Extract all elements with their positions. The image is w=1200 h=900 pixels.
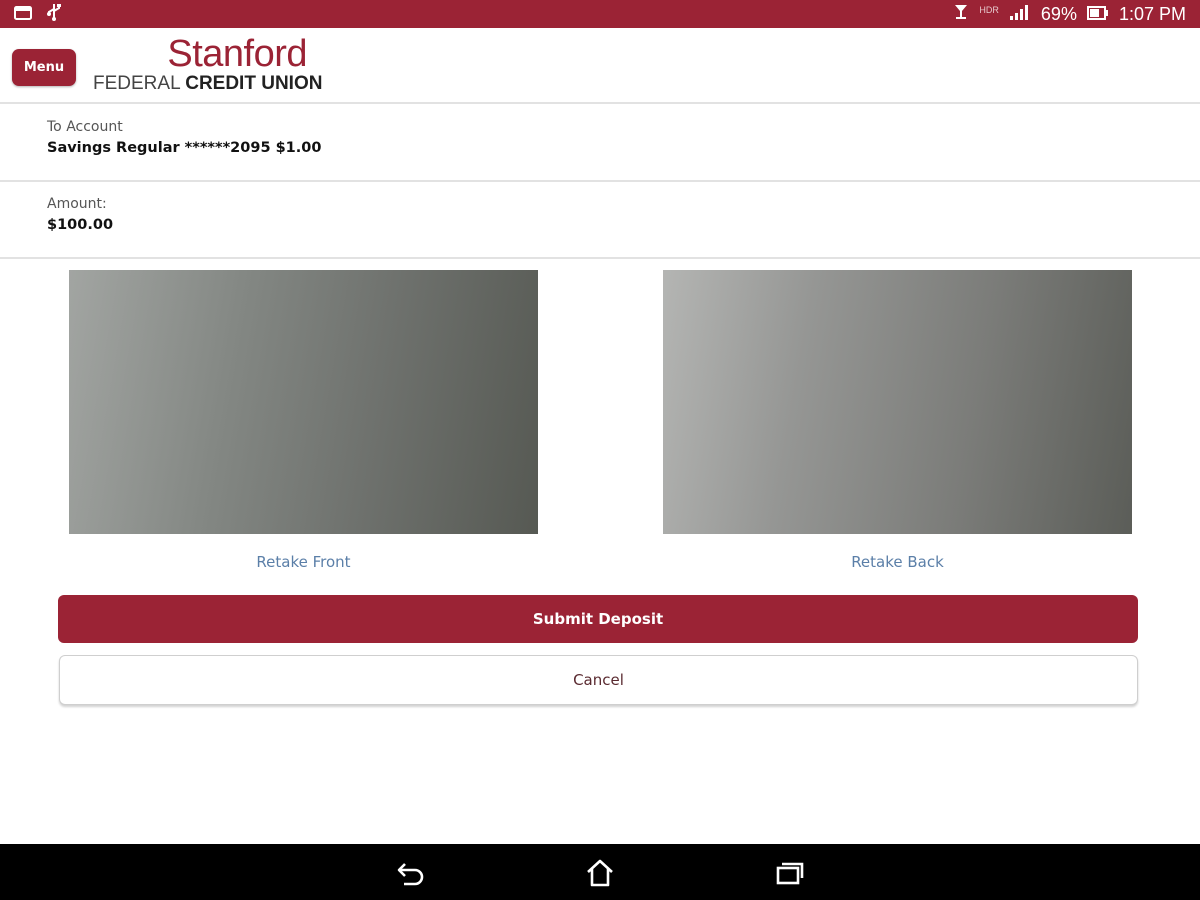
gallery-icon: [14, 4, 32, 25]
logo-title: Stanford: [167, 33, 307, 75]
cancel-button[interactable]: Cancel: [59, 655, 1138, 705]
signal-icon: [1009, 3, 1031, 26]
retake-back-link[interactable]: Retake Back: [663, 553, 1132, 571]
clock: 1:07 PM: [1118, 3, 1186, 24]
battery-icon: [1086, 4, 1109, 25]
network-type-label: HDR: [979, 5, 999, 15]
amount-field[interactable]: Amount: $100.00: [0, 183, 1200, 259]
alarm-icon: [953, 3, 969, 26]
logo-subtitle: FEDERAL CREDIT UNION: [93, 73, 322, 94]
recents-icon[interactable]: [770, 856, 810, 890]
to-account-label: To Account: [47, 119, 123, 135]
status-bar: HDR 69% 1:07 PM: [0, 0, 1200, 28]
logo-subtitle-light: FEDERAL: [93, 73, 180, 94]
back-icon[interactable]: [391, 856, 431, 890]
status-left: [14, 3, 62, 26]
retake-front-link[interactable]: Retake Front: [69, 553, 538, 571]
home-icon[interactable]: [580, 856, 620, 890]
to-account-value: Savings Regular ******2095 $1.00: [47, 140, 322, 156]
amount-label: Amount:: [47, 196, 107, 212]
stanford-fcu-logo: Stanford FEDERAL CREDIT UNION: [93, 33, 322, 94]
check-back-image: [663, 270, 1132, 534]
submit-deposit-button[interactable]: Submit Deposit: [58, 595, 1138, 643]
amount-value: $100.00: [47, 217, 114, 233]
status-right: HDR 69% 1:07 PM: [953, 3, 1186, 26]
usb-icon: [46, 3, 62, 26]
to-account-field[interactable]: To Account Savings Regular ******2095 $1…: [0, 106, 1200, 182]
app-header: Menu Stanford FEDERAL CREDIT UNION: [0, 28, 1200, 104]
battery-percent: 69%: [1040, 3, 1077, 24]
logo-subtitle-bold: CREDIT UNION: [185, 73, 323, 94]
menu-button[interactable]: Menu: [12, 49, 76, 86]
check-front-image: [69, 270, 538, 534]
navigation-bar: [0, 844, 1200, 900]
